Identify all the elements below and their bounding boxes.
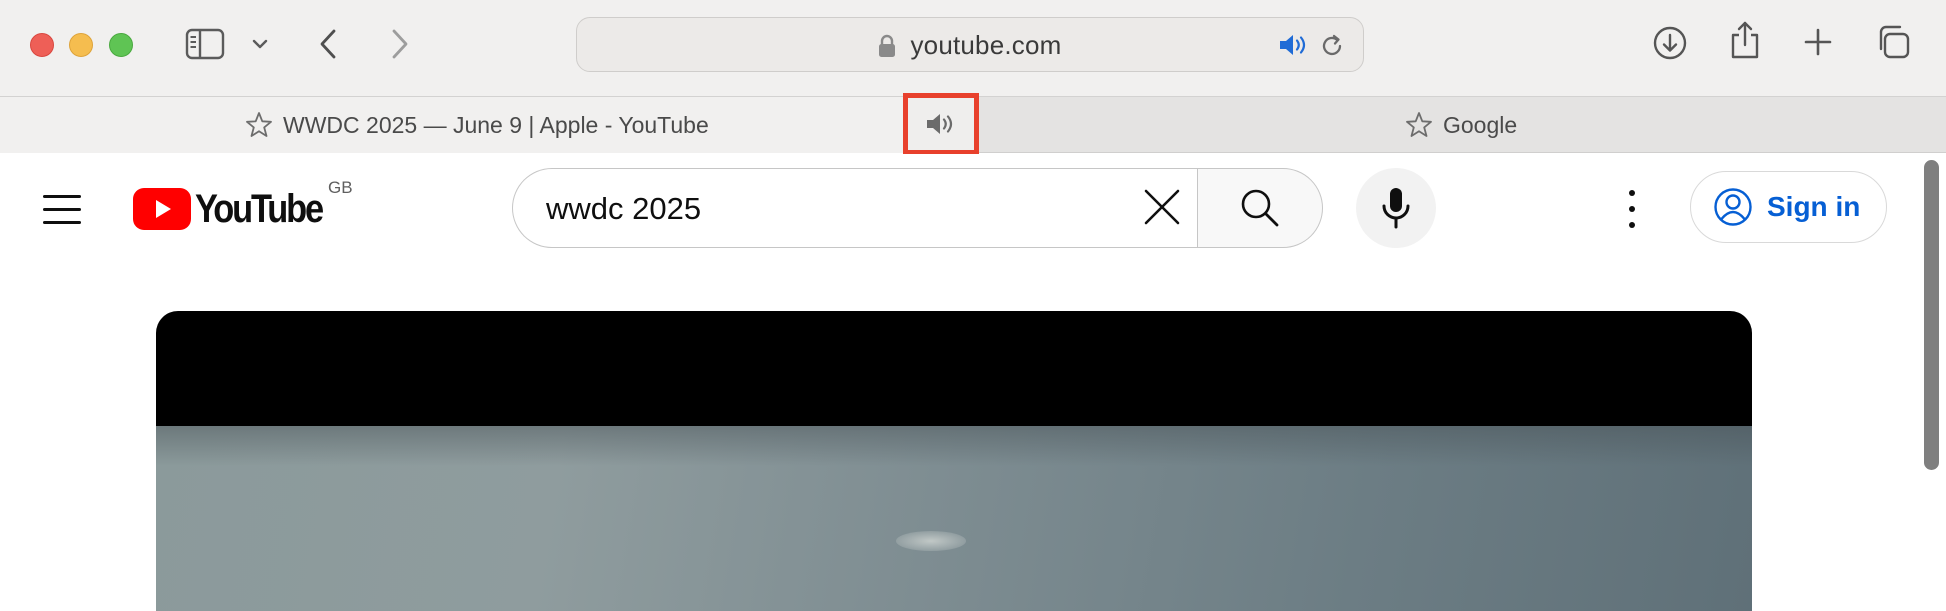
url-audio-icon[interactable] [1277, 31, 1311, 59]
chevron-right-icon [392, 29, 408, 59]
voice-search-button[interactable] [1356, 168, 1436, 248]
star-icon [245, 111, 273, 139]
sign-in-button[interactable]: Sign in [1690, 171, 1887, 243]
plus-icon[interactable] [1800, 24, 1836, 60]
video-player[interactable] [156, 311, 1752, 611]
address-bar[interactable]: youtube.com [576, 17, 1364, 72]
minimize-window-button[interactable] [69, 33, 93, 57]
star-icon [1405, 111, 1433, 139]
download-icon[interactable] [1649, 22, 1691, 64]
clear-search-button[interactable] [1142, 187, 1186, 231]
tab-mute-button[interactable] [903, 93, 979, 155]
menu-icon[interactable] [43, 194, 81, 224]
scrollbar[interactable] [1924, 160, 1939, 470]
chevron-down-icon[interactable] [248, 32, 272, 56]
tab-google[interactable]: Google [978, 97, 1946, 153]
account-icon [1714, 188, 1752, 226]
search-input[interactable] [546, 169, 1106, 249]
search-button[interactable] [1197, 168, 1323, 248]
tabs-icon[interactable] [1873, 22, 1913, 62]
close-icon [1144, 189, 1180, 225]
tab-wwdc[interactable]: WWDC 2025 — June 9 | Apple - YouTube [0, 97, 978, 153]
tab-label: Google [1443, 111, 1518, 138]
video-frame [156, 426, 1752, 611]
microphone-icon [1382, 188, 1410, 229]
search-box[interactable] [512, 168, 1197, 249]
speaker-icon [927, 114, 953, 134]
lock-icon [878, 34, 896, 58]
more-options-icon[interactable] [1620, 184, 1644, 234]
forward-button[interactable] [385, 24, 415, 64]
chevron-left-icon [320, 29, 336, 59]
share-icon[interactable] [1725, 18, 1765, 62]
region-label: GB [328, 178, 353, 197]
url-text: youtube.com [910, 30, 1062, 60]
search-icon [1241, 189, 1279, 227]
close-window-button[interactable] [30, 33, 54, 57]
youtube-logo[interactable]: YouTube [133, 186, 343, 232]
sidebar-icon[interactable] [183, 24, 227, 64]
zoom-window-button[interactable] [109, 33, 133, 57]
tab-label: WWDC 2025 — June 9 | Apple - YouTube [283, 111, 709, 138]
reload-icon[interactable] [1317, 31, 1347, 61]
browser-toolbar: youtube.com [0, 0, 1946, 96]
youtube-page: YouTube GB Sign in [0, 154, 1946, 611]
back-button[interactable] [313, 24, 343, 64]
youtube-play-icon [133, 188, 191, 230]
